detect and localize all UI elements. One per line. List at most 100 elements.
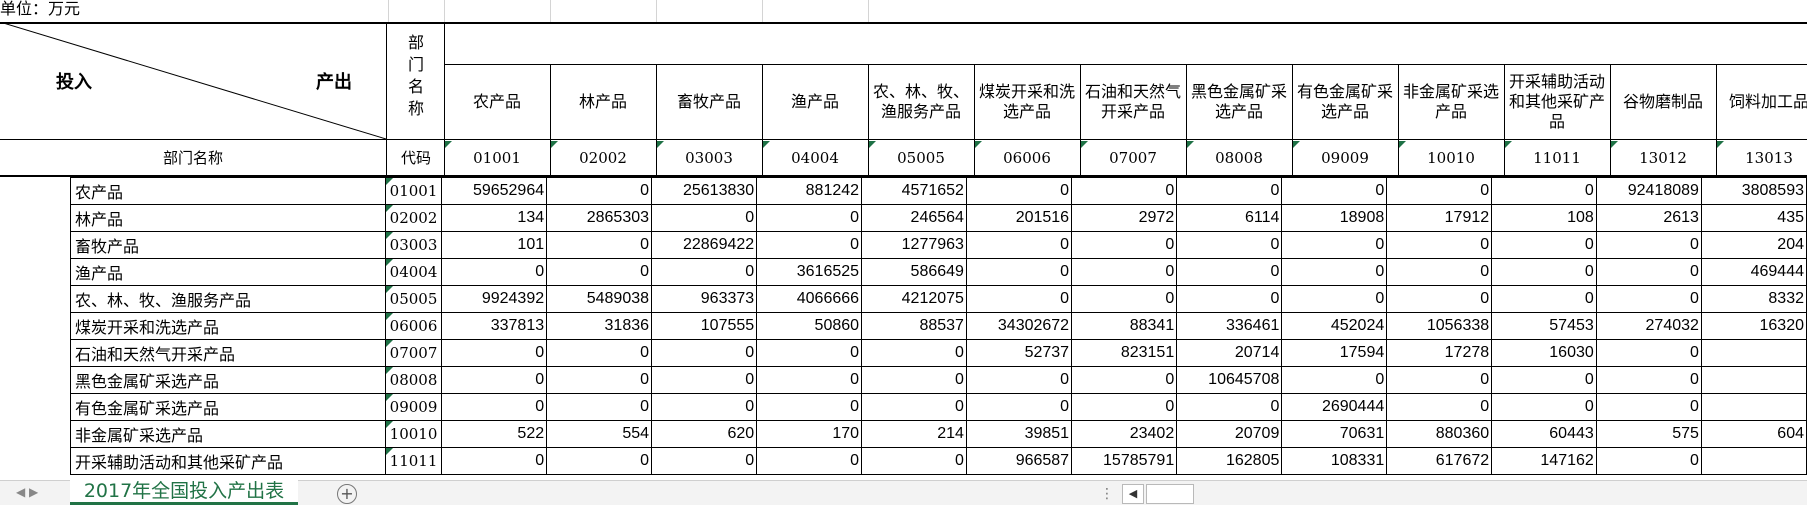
data-cell[interactable]: 0 bbox=[1491, 393, 1597, 421]
data-cell[interactable]: 4571652 bbox=[861, 177, 967, 205]
data-cell[interactable]: 0 bbox=[440, 447, 548, 475]
data-cell[interactable]: 0 bbox=[440, 393, 548, 421]
data-cell[interactable]: 0 bbox=[651, 393, 758, 421]
data-cell[interactable]: 34302672 bbox=[965, 312, 1073, 340]
data-cell[interactable]: 60443 bbox=[1491, 420, 1597, 448]
data-cell[interactable]: 0 bbox=[1595, 339, 1702, 367]
data-cell[interactable]: 0 bbox=[965, 258, 1073, 286]
data-cell[interactable]: 0 bbox=[756, 447, 863, 475]
row-code-cell[interactable]: 08008 bbox=[385, 366, 442, 394]
data-cell[interactable]: 0 bbox=[1071, 393, 1178, 421]
data-cell[interactable]: 0 bbox=[756, 204, 863, 232]
data-cell[interactable]: 2690444 bbox=[1281, 393, 1388, 421]
row-name-cell[interactable]: 林产品 bbox=[69, 204, 387, 232]
data-cell[interactable]: 31836 bbox=[546, 312, 653, 340]
data-cell[interactable]: 2613 bbox=[1595, 204, 1702, 232]
split-handle-icon[interactable]: ⋮ bbox=[1100, 486, 1114, 502]
data-cell[interactable]: 0 bbox=[965, 177, 1073, 205]
data-cell[interactable]: 0 bbox=[1595, 393, 1702, 421]
data-cell[interactable]: 0 bbox=[546, 339, 653, 367]
data-cell[interactable]: 23402 bbox=[1071, 420, 1178, 448]
data-cell[interactable]: 0 bbox=[756, 231, 863, 259]
sheet-tab-2017[interactable]: 2017年全国投入产出表 bbox=[70, 480, 298, 505]
data-cell[interactable]: 1277963 bbox=[861, 231, 967, 259]
data-cell[interactable]: 575 bbox=[1595, 420, 1702, 448]
data-cell[interactable]: 88341 bbox=[1071, 312, 1178, 340]
data-cell[interactable]: 554 bbox=[546, 420, 653, 448]
data-cell[interactable]: 39851 bbox=[965, 420, 1073, 448]
data-cell[interactable] bbox=[1700, 339, 1807, 367]
data-cell[interactable]: 88537 bbox=[861, 312, 967, 340]
data-cell[interactable]: 108331 bbox=[1281, 447, 1388, 475]
data-cell[interactable]: 0 bbox=[965, 393, 1073, 421]
data-cell[interactable]: 0 bbox=[1491, 258, 1597, 286]
data-cell[interactable]: 59652964 bbox=[440, 177, 548, 205]
data-cell[interactable]: 0 bbox=[1071, 285, 1178, 313]
data-cell[interactable]: 0 bbox=[1386, 285, 1493, 313]
data-cell[interactable]: 22869422 bbox=[651, 231, 758, 259]
data-cell[interactable]: 6114 bbox=[1176, 204, 1283, 232]
data-cell[interactable]: 0 bbox=[546, 231, 653, 259]
data-cell[interactable]: 0 bbox=[1176, 231, 1283, 259]
data-cell[interactable]: 0 bbox=[440, 339, 548, 367]
data-cell[interactable]: 20714 bbox=[1176, 339, 1283, 367]
data-cell[interactable]: 0 bbox=[1281, 366, 1388, 394]
data-cell[interactable]: 435 bbox=[1700, 204, 1807, 232]
data-cell[interactable]: 0 bbox=[546, 447, 653, 475]
data-cell[interactable]: 0 bbox=[1386, 393, 1493, 421]
data-cell[interactable]: 17594 bbox=[1281, 339, 1388, 367]
sheet-nav-arrows[interactable]: ◀ ▶ bbox=[16, 485, 38, 499]
row-code-cell[interactable]: 07007 bbox=[385, 339, 442, 367]
data-cell[interactable]: 823151 bbox=[1071, 339, 1178, 367]
row-name-cell[interactable]: 农产品 bbox=[69, 177, 387, 205]
data-cell[interactable]: 586649 bbox=[861, 258, 967, 286]
data-cell[interactable]: 0 bbox=[1176, 258, 1283, 286]
data-cell[interactable]: 0 bbox=[965, 285, 1073, 313]
data-cell[interactable]: 92418089 bbox=[1595, 177, 1702, 205]
spreadsheet-area[interactable]: 单位：万元 投入 产出 部 门 名 称 代码 部门名称 农产品 01001 林产品 0… bbox=[0, 0, 1807, 480]
data-cell[interactable]: 162805 bbox=[1176, 447, 1283, 475]
data-cell[interactable]: 214 bbox=[861, 420, 967, 448]
row-name-cell[interactable]: 黑色金属矿采选产品 bbox=[69, 366, 387, 394]
data-cell[interactable]: 0 bbox=[440, 366, 548, 394]
data-cell[interactable]: 201516 bbox=[965, 204, 1073, 232]
data-cell[interactable]: 4212075 bbox=[861, 285, 967, 313]
data-cell[interactable]: 469444 bbox=[1700, 258, 1807, 286]
data-cell[interactable]: 57453 bbox=[1491, 312, 1597, 340]
row-code-cell[interactable]: 06006 bbox=[385, 312, 442, 340]
scroll-left-button[interactable]: ◀ bbox=[1122, 484, 1144, 504]
data-cell[interactable]: 0 bbox=[1595, 366, 1702, 394]
row-code-cell[interactable]: 10010 bbox=[385, 420, 442, 448]
data-cell[interactable]: 1056338 bbox=[1386, 312, 1493, 340]
data-cell[interactable]: 108 bbox=[1491, 204, 1597, 232]
data-cell[interactable] bbox=[1700, 447, 1807, 475]
data-cell[interactable]: 0 bbox=[651, 447, 758, 475]
row-code-cell[interactable]: 09009 bbox=[385, 393, 442, 421]
data-cell[interactable]: 134 bbox=[440, 204, 548, 232]
add-sheet-icon[interactable]: + bbox=[337, 484, 357, 504]
data-cell[interactable]: 0 bbox=[1491, 285, 1597, 313]
data-cell[interactable]: 70631 bbox=[1281, 420, 1388, 448]
row-name-cell[interactable]: 非金属矿采选产品 bbox=[69, 420, 387, 448]
row-code-cell[interactable]: 04004 bbox=[385, 258, 442, 286]
data-cell[interactable]: 15785791 bbox=[1071, 447, 1178, 475]
data-cell[interactable]: 0 bbox=[1386, 366, 1493, 394]
data-cell[interactable]: 9924392 bbox=[440, 285, 548, 313]
data-cell[interactable]: 0 bbox=[440, 258, 548, 286]
row-name-cell[interactable]: 有色金属矿采选产品 bbox=[69, 393, 387, 421]
data-cell[interactable]: 0 bbox=[546, 393, 653, 421]
data-cell[interactable]: 0 bbox=[1071, 366, 1178, 394]
data-cell[interactable]: 16320 bbox=[1700, 312, 1807, 340]
data-cell[interactable]: 25613830 bbox=[651, 177, 758, 205]
data-cell[interactable]: 204 bbox=[1700, 231, 1807, 259]
data-cell[interactable]: 0 bbox=[1176, 393, 1283, 421]
data-cell[interactable]: 52737 bbox=[965, 339, 1073, 367]
data-cell[interactable]: 0 bbox=[861, 339, 967, 367]
data-cell[interactable]: 0 bbox=[756, 366, 863, 394]
data-cell[interactable]: 0 bbox=[546, 258, 653, 286]
data-cell[interactable]: 0 bbox=[1071, 258, 1178, 286]
data-cell[interactable]: 0 bbox=[861, 366, 967, 394]
data-cell[interactable]: 0 bbox=[546, 366, 653, 394]
data-cell[interactable]: 3808593 bbox=[1700, 177, 1807, 205]
data-cell[interactable]: 3616525 bbox=[756, 258, 863, 286]
